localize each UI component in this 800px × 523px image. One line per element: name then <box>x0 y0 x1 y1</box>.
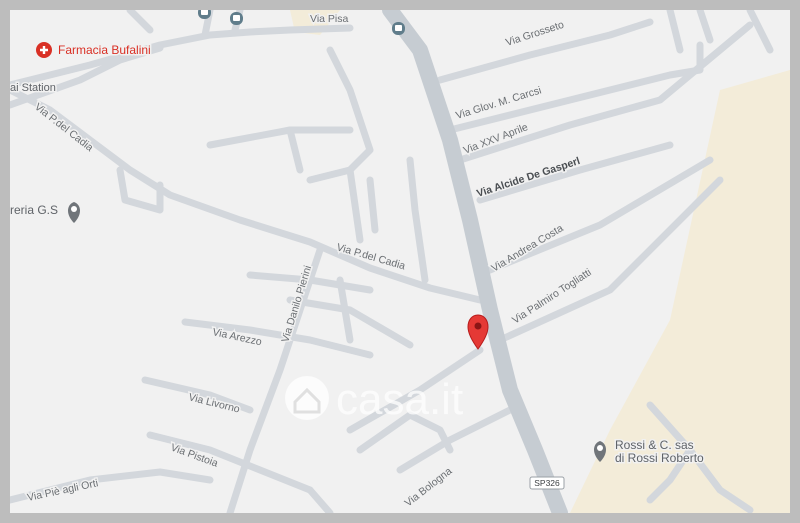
road-label-via-pisa: Via Pisa <box>310 13 348 25</box>
poi-label-farmacia: Farmacia Bufalini <box>58 43 151 57</box>
watermark-text: casa.it <box>336 375 463 424</box>
route-badge: SP326 <box>529 476 565 490</box>
watermark: casa.it <box>285 375 463 424</box>
map-frame[interactable]: casa.it Via Pisa Via Grosseto Via Glov. … <box>10 10 790 513</box>
poi-label-rossi-line2: di Rossi Roberto <box>615 451 704 465</box>
bus-stop-3[interactable] <box>392 22 405 35</box>
poi-label-station[interactable]: ai Station <box>10 81 57 96</box>
poi-label-rossi-line1: Rossi & C. sas <box>615 438 694 452</box>
map-canvas[interactable]: casa.it Via Pisa Via Grosseto Via Glov. … <box>10 10 790 513</box>
route-badge-text: SP326 <box>534 478 560 488</box>
bus-stop-2[interactable] <box>230 12 243 25</box>
poi-label-reria: reria G.S <box>10 203 58 217</box>
